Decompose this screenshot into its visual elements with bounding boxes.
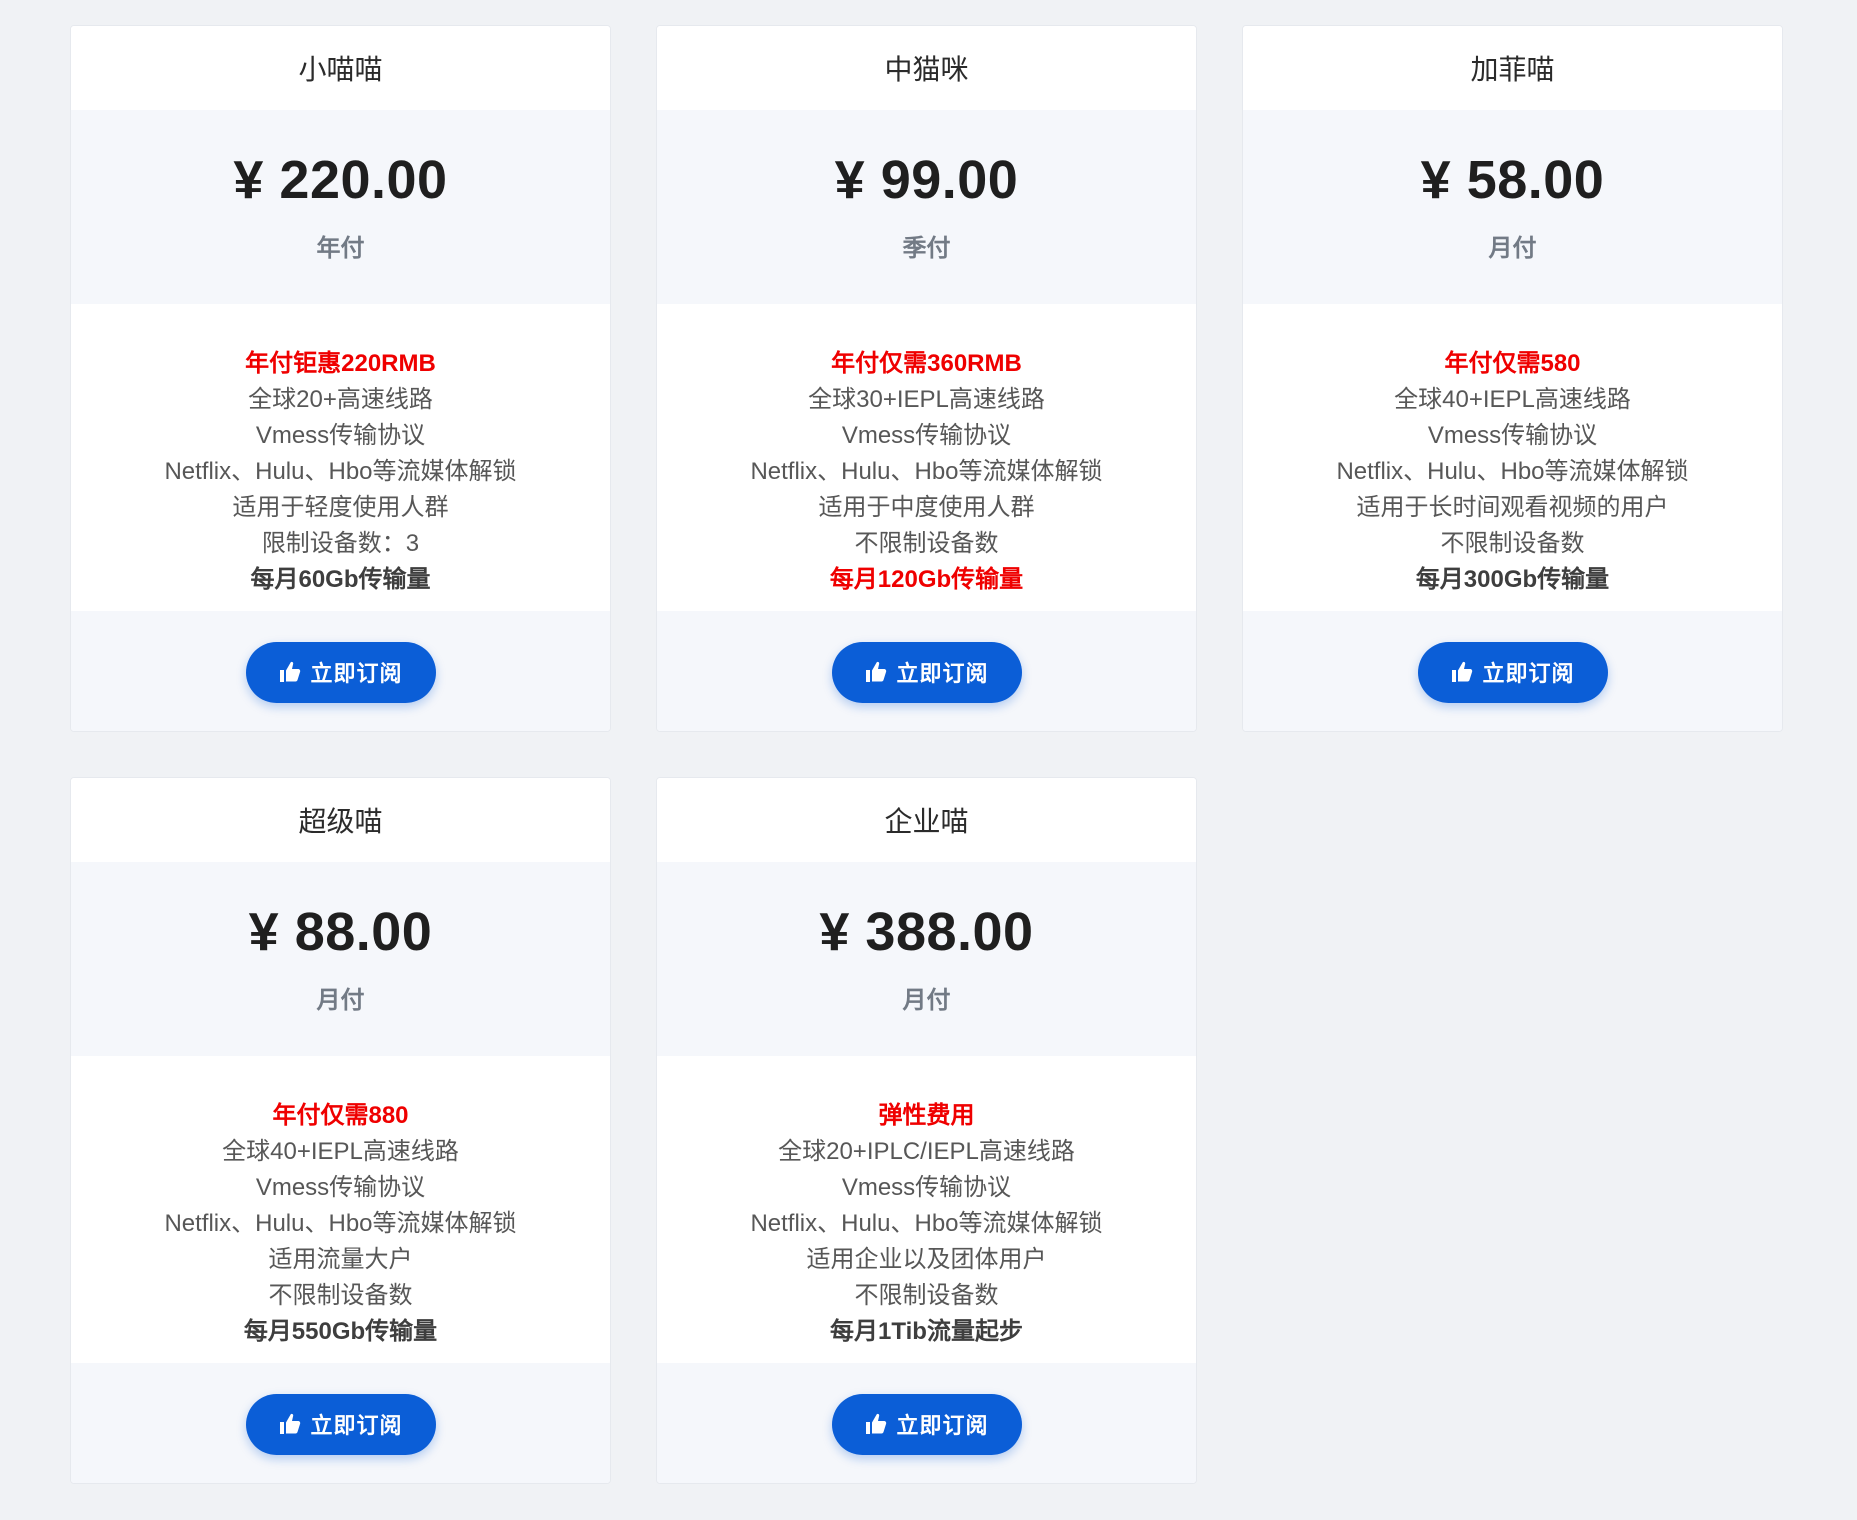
thumbs-up-icon (864, 1412, 888, 1436)
subscribe-button-label: 立即订阅 (310, 1413, 403, 1438)
plan-card: 超级喵 ¥ 88.00 月付 年付仅需880 全球40+IEPL高速线路 Vmess… (70, 777, 611, 1484)
feature-item: 年付仅需360RMB (831, 350, 1022, 377)
plan-price: ¥ 99.00 (834, 149, 1019, 210)
plan-card: 中猫咪 ¥ 99.00 季付 年付仅需360RMB 全球30+IEPL高速线路 Vm… (656, 25, 1197, 732)
subscribe-button[interactable]: 立即订阅 (831, 641, 1022, 703)
subscribe-button-label: 立即订阅 (1482, 661, 1575, 686)
feature-item: 全球20+IPLC/IEPL高速线路 (778, 1138, 1075, 1165)
subscribe-button-label: 立即订阅 (896, 661, 989, 686)
plan-price: ¥ 220.00 (233, 149, 448, 210)
subscribe-button[interactable]: 立即订阅 (1417, 641, 1608, 703)
feature-item: 年付仅需880 (272, 1102, 409, 1129)
thumbs-up-icon (278, 660, 302, 684)
feature-item: 不限制设备数 (854, 530, 999, 557)
plan-name: 超级喵 (71, 778, 610, 862)
feature-item: 弹性费用 (878, 1102, 975, 1129)
billing-period: 年付 (316, 235, 365, 263)
card-footer: 立即订阅 (657, 1363, 1196, 1483)
feature-item: Vmess传输协议 (255, 1174, 426, 1201)
plan-name: 小喵喵 (71, 26, 610, 110)
feature-item: Vmess传输协议 (841, 1174, 1012, 1201)
feature-item: 适用流量大户 (268, 1246, 413, 1273)
billing-period: 月付 (316, 987, 365, 1015)
feature-list: 弹性费用全球20+IPLC/IEPL高速线路 Vmess传输协议 Netflix、H… (657, 1056, 1196, 1363)
feature-item: 每月300Gb传输量 (1415, 566, 1610, 593)
feature-item: Vmess传输协议 (255, 422, 426, 449)
feature-item: 全球40+IEPL高速线路 (1394, 386, 1631, 413)
feature-item: 每月1Tib流量起步 (830, 1318, 1023, 1345)
feature-item: 适用企业以及团体用户 (806, 1246, 1047, 1273)
feature-item: 不限制设备数 (1440, 530, 1585, 557)
plan-price: ¥ 388.00 (819, 901, 1034, 962)
feature-item: 不限制设备数 (268, 1282, 413, 1309)
billing-period: 月付 (1488, 235, 1537, 263)
price-block: ¥ 99.00 季付 (657, 110, 1196, 304)
plan-card: 小喵喵 ¥ 220.00 年付 年付钜惠220RMB 全球20+高速线路 Vmess… (70, 25, 611, 732)
billing-period: 季付 (902, 235, 951, 263)
feature-item: 每月550Gb传输量 (243, 1318, 438, 1345)
price-block: ¥ 58.00 月付 (1243, 110, 1782, 304)
feature-item: 不限制设备数 (854, 1282, 999, 1309)
feature-item: 全球40+IEPL高速线路 (222, 1138, 459, 1165)
subscribe-button[interactable]: 立即订阅 (831, 1393, 1022, 1455)
price-block: ¥ 220.00 年付 (71, 110, 610, 304)
feature-item: 年付钜惠220RMB (245, 350, 436, 377)
feature-list: 年付仅需880 全球40+IEPL高速线路 Vmess传输协议 Netflix、Hul… (71, 1056, 610, 1363)
feature-item: 限制设备数：3 (261, 530, 420, 557)
thumbs-up-icon (278, 1412, 302, 1436)
feature-item: 全球30+IEPL高速线路 (808, 386, 1045, 413)
feature-item: Netflix、Hulu、Hbo等流媒体解锁 (1336, 458, 1689, 485)
subscribe-button-label: 立即订阅 (310, 661, 403, 686)
feature-item: 每月60Gb传输量 (250, 566, 431, 593)
billing-period: 月付 (902, 987, 951, 1015)
subscribe-button-label: 立即订阅 (896, 1413, 989, 1438)
feature-item: Netflix、Hulu、Hbo等流媒体解锁 (164, 1210, 517, 1237)
plan-price: ¥ 58.00 (1420, 149, 1605, 210)
thumbs-up-icon (864, 660, 888, 684)
feature-item: 适用于长时间观看视频的用户 (1356, 494, 1669, 521)
card-footer: 立即订阅 (71, 611, 610, 731)
plan-card: 加菲喵 ¥ 58.00 月付 年付仅需580 全球40+IEPL高速线路 Vmess… (1242, 25, 1783, 732)
plan-card: 企业喵 ¥ 388.00 月付 弹性费用全球20+IPLC/IEPL高速线路 Vm… (656, 777, 1197, 1484)
feature-list: 年付钜惠220RMB 全球20+高速线路 Vmess传输协议 Netflix、Hulu… (71, 304, 610, 611)
subscribe-button[interactable]: 立即订阅 (245, 1393, 436, 1455)
feature-item: Netflix、Hulu、Hbo等流媒体解锁 (164, 458, 517, 485)
pricing-page: 小喵喵 ¥ 220.00 年付 年付钜惠220RMB 全球20+高速线路 Vmess… (0, 0, 1857, 1520)
feature-list: 年付仅需580 全球40+IEPL高速线路 Vmess传输协议 Netflix、Hul… (1243, 304, 1782, 611)
card-footer: 立即订阅 (71, 1363, 610, 1483)
subscribe-button[interactable]: 立即订阅 (245, 641, 436, 703)
feature-item: Netflix、Hulu、Hbo等流媒体解锁 (750, 1210, 1103, 1237)
feature-list: 年付仅需360RMB 全球30+IEPL高速线路 Vmess传输协议 Netflix、… (657, 304, 1196, 611)
plan-name: 中猫咪 (657, 26, 1196, 110)
thumbs-up-icon (1450, 660, 1474, 684)
price-block: ¥ 88.00 月付 (71, 862, 610, 1056)
feature-item: Netflix、Hulu、Hbo等流媒体解锁 (750, 458, 1103, 485)
feature-item: 适用于轻度使用人群 (232, 494, 449, 521)
feature-item: 适用于中度使用人群 (818, 494, 1035, 521)
feature-item: 每月120Gb传输量 (829, 566, 1024, 593)
plan-name: 加菲喵 (1243, 26, 1782, 110)
feature-item: 全球20+高速线路 (248, 386, 433, 413)
price-block: ¥ 388.00 月付 (657, 862, 1196, 1056)
plan-name: 企业喵 (657, 778, 1196, 862)
plan-price: ¥ 88.00 (248, 901, 433, 962)
feature-item: 年付仅需580 (1444, 350, 1581, 377)
card-footer: 立即订阅 (1243, 611, 1782, 731)
feature-item: Vmess传输协议 (1427, 422, 1598, 449)
feature-item: Vmess传输协议 (841, 422, 1012, 449)
card-footer: 立即订阅 (657, 611, 1196, 731)
